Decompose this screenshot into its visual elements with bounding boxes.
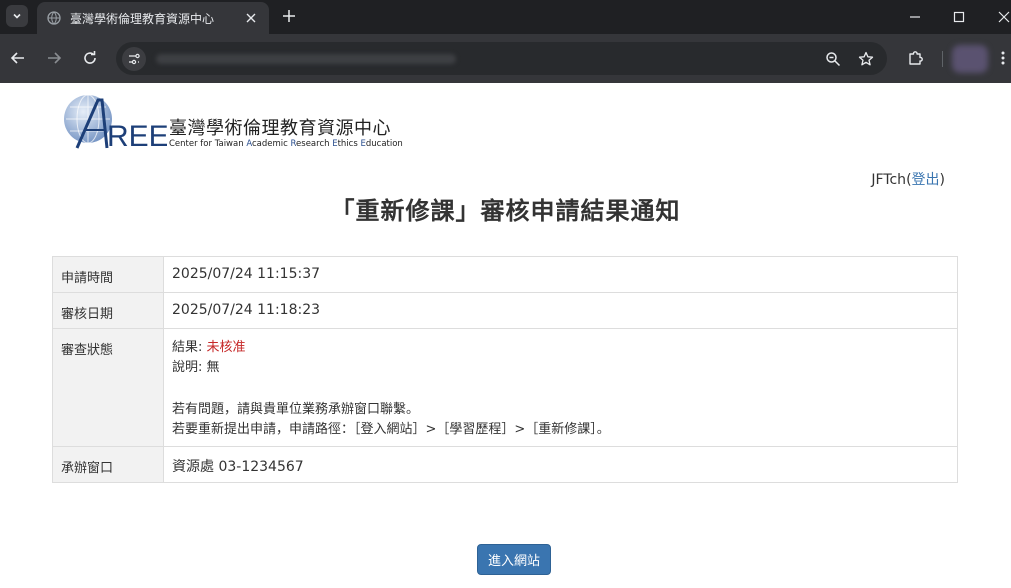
review-result-table: 申請時間 2025/07/24 11:15:37 審核日期 2025/07/24…	[52, 256, 958, 483]
site-info-button[interactable]	[122, 47, 146, 71]
arrow-left-icon	[10, 52, 24, 64]
logo-chinese-name: 臺灣學術倫理教育資源中心	[169, 118, 391, 139]
paren: )	[939, 172, 945, 188]
close-icon[interactable]	[243, 10, 259, 26]
toolbar-divider	[942, 51, 943, 67]
browser-toolbar	[0, 34, 1011, 83]
logo-en-part: cademic	[251, 139, 291, 149]
back-button[interactable]	[8, 48, 28, 68]
minimize-button[interactable]	[906, 8, 924, 26]
logo-en-part: thics	[337, 139, 361, 149]
user-info: JFTch(登出)	[871, 169, 945, 189]
result-label: 結果:	[172, 340, 207, 355]
zoom-icon	[826, 52, 841, 67]
bookmark-button[interactable]	[857, 50, 875, 68]
tab-search-button[interactable]	[6, 5, 28, 27]
row-label: 申請時間	[52, 256, 164, 293]
review-status: 結果: 未核准 說明: 無 若有問題，請與貴單位業務承辦窗口聯繫。 若要重新提出…	[163, 328, 958, 447]
table-row: 承辦窗口 資源處 03-1234567	[52, 446, 958, 483]
more-vertical-icon	[1001, 51, 1005, 65]
reload-button[interactable]	[80, 48, 100, 68]
profile-avatar[interactable]	[952, 45, 988, 73]
table-row: 申請時間 2025/07/24 11:15:37	[52, 256, 958, 293]
tune-icon	[129, 53, 140, 65]
zoom-button[interactable]	[824, 50, 842, 68]
table-row: 審查狀態 結果: 未核准 說明: 無 若有問題，請與貴單位業務承辦窗口聯繫。 若…	[52, 328, 958, 447]
chevron-down-icon	[13, 13, 21, 19]
browser-tab-bar: 臺灣學術倫理教育資源中心	[0, 0, 1011, 34]
maximize-icon	[953, 11, 965, 23]
menu-button[interactable]	[998, 48, 1008, 68]
table-row: 審核日期 2025/07/24 11:18:23	[52, 292, 958, 329]
extensions-button[interactable]	[906, 48, 926, 68]
contact-window: 資源處 03-1234567	[163, 446, 958, 483]
svg-text:REE: REE	[107, 120, 167, 152]
enter-site-button[interactable]: 進入網站	[477, 544, 551, 575]
close-icon	[998, 11, 1010, 23]
status-note: 說明: 無	[172, 360, 220, 375]
logo-en-part: Center for Taiwan	[169, 139, 247, 149]
plus-icon	[283, 10, 295, 22]
aree-logo-icon: REE	[64, 94, 167, 152]
reapply-path-text: 若要重新提出申請，申請路徑：［登入網站］>［學習歷程］>［重新修課］。	[172, 422, 610, 437]
help-text: 若有問題，請與貴單位業務承辦窗口聯繫。	[172, 402, 420, 417]
globe-icon	[46, 10, 62, 26]
url-text	[156, 54, 456, 64]
logo-english-name: Center for Taiwan Academic Research Ethi…	[169, 139, 403, 149]
window-close-button[interactable]	[995, 8, 1011, 26]
site-logo[interactable]: REE 臺灣學術倫理教育資源中心 Center for Taiwan Acade…	[62, 92, 403, 152]
logo-en-part: ducation	[365, 139, 403, 149]
status-result: 結果: 未核准	[172, 338, 949, 358]
browser-tab-active[interactable]: 臺灣學術倫理教育資源中心	[37, 2, 269, 34]
puzzle-icon	[909, 51, 923, 65]
forward-button[interactable]	[44, 48, 64, 68]
application-time: 2025/07/24 11:15:37	[163, 256, 958, 293]
username: JFTch	[871, 172, 907, 188]
maximize-button[interactable]	[950, 8, 968, 26]
row-label: 審查狀態	[52, 328, 164, 447]
tab-title: 臺灣學術倫理教育資源中心	[70, 11, 215, 26]
minimize-icon	[910, 16, 920, 18]
address-bar[interactable]	[116, 42, 887, 75]
row-label: 承辦窗口	[52, 446, 164, 483]
new-tab-button[interactable]	[280, 7, 298, 25]
row-label: 審核日期	[52, 292, 164, 329]
page-content: REE 臺灣學術倫理教育資源中心 Center for Taiwan Acade…	[0, 83, 1011, 588]
status-badge: 未核准	[206, 340, 246, 355]
reload-icon	[84, 51, 96, 64]
logo-en-part: esearch	[296, 139, 333, 149]
arrow-right-icon	[48, 52, 62, 64]
review-date: 2025/07/24 11:18:23	[163, 292, 958, 329]
star-icon	[858, 51, 874, 66]
page-title: 「重新修課」審核申請結果通知	[330, 197, 681, 225]
logout-link[interactable]: 登出	[912, 172, 940, 188]
